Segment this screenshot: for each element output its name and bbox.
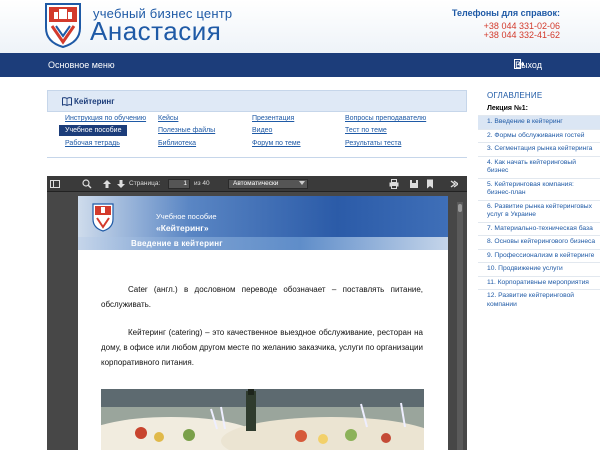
divider (47, 157, 467, 158)
document-course: «Кейтеринг» (156, 223, 209, 233)
toc-item[interactable]: 10. Продвижение услуги (478, 262, 600, 276)
exit-link[interactable]: Выход (515, 60, 542, 70)
viewer-scrollbar[interactable] (457, 202, 463, 450)
toc-item[interactable]: 3. Сегментация рынка кейтеринга (478, 142, 600, 156)
link-useful-files[interactable]: Полезные файлы (158, 127, 215, 134)
toc-item[interactable]: 5. Кейтеринговая компания: бизнес-план (478, 177, 600, 200)
tools-icon[interactable] (448, 179, 458, 189)
paragraph: Кейтеринг (catering) – это качественное … (101, 328, 423, 367)
bookmark-icon[interactable] (425, 179, 435, 189)
document-page: Учебное пособие «Кейтеринг» Введение в к… (78, 196, 448, 450)
toc-item[interactable]: 11. Корпоративные мероприятия (478, 275, 600, 290)
toc-lecture: Лекция №1: (487, 105, 528, 112)
chevron-down-icon[interactable] (299, 181, 305, 185)
pdf-toolbar: Страница: 1 из 40 Автоматически (47, 176, 467, 192)
link-teacher-questions[interactable]: Вопросы преподавателю (345, 115, 426, 122)
toc-item[interactable]: 4. Как начать кейтеринговый бизнес (478, 155, 600, 178)
phone-2: +38 044 332-41-62 (483, 30, 560, 40)
link-instruction[interactable]: Инструкция по обучению (65, 115, 146, 122)
main-navbar: Основное меню Выход (0, 53, 600, 77)
print-icon[interactable] (389, 179, 399, 189)
toc-item[interactable]: 12. Развитие кейтеринговой компании (478, 289, 600, 311)
previous-page-icon[interactable] (102, 179, 112, 189)
link-workbook[interactable]: Рабочая тетрадь (65, 140, 120, 147)
document-crest-icon (92, 203, 114, 232)
link-presentation[interactable]: Презентация (252, 115, 294, 122)
link-textbook[interactable]: Учебное пособие (59, 125, 128, 136)
search-icon[interactable] (82, 179, 92, 189)
toc-list: 1. Введение в кейтеринг 2. Формы обслужи… (478, 115, 600, 311)
toc-item[interactable]: 8. Основы кейтерингового бизнеса (478, 235, 600, 249)
download-icon[interactable] (409, 179, 419, 189)
next-page-icon[interactable] (116, 179, 126, 189)
link-video[interactable]: Видео (252, 127, 272, 134)
document-header: Учебное пособие «Кейтеринг» (78, 196, 448, 237)
section-title: Введение в кейтеринг (131, 239, 223, 248)
brand-name: Анастасия (90, 16, 222, 46)
catering-photo (101, 389, 424, 450)
toc-item[interactable]: 1. Введение в кейтеринг (478, 115, 600, 129)
toc-title: ОГЛАВЛЕНИЕ (487, 91, 543, 100)
toc-item[interactable]: 2. Формы обслуживания гостей (478, 128, 600, 143)
main-menu-link[interactable]: Основное меню (48, 60, 115, 70)
module-header: Кейтеринг (47, 90, 467, 112)
sidebar-toggle-icon[interactable] (50, 179, 60, 189)
paragraph: Cater (англ.) в дословном переводе обозн… (101, 285, 423, 309)
module-title: Кейтеринг (74, 97, 115, 106)
page-label: Страница: (129, 180, 161, 187)
link-library[interactable]: Библиотека (158, 140, 196, 147)
link-forum[interactable]: Форум по теме (252, 140, 301, 147)
page: учебный бизнес центр Анастасия Телефоны … (0, 0, 600, 450)
phones-title: Телефоны для справок: (451, 8, 560, 18)
toc-item[interactable]: 7. Материально-техническая база (478, 221, 600, 236)
toc-item[interactable]: 6. Развитие рынка кейтеринговых услуг в … (478, 199, 600, 222)
site-header: учебный бизнес центр Анастасия Телефоны … (0, 0, 600, 53)
toc-item[interactable]: 9. Профессионализм в кейтеринге (478, 248, 600, 263)
document-subtitle: Учебное пособие (156, 212, 217, 221)
crest-logo-icon[interactable] (42, 0, 84, 48)
link-test-results[interactable]: Результаты теста (345, 140, 401, 147)
table-of-contents: ОГЛАВЛЕНИЕ Лекция №1: 1. Введение в кейт… (478, 86, 600, 450)
module-links: Инструкция по обучению Кейсы Презентация… (58, 115, 468, 155)
link-cases[interactable]: Кейсы (158, 115, 178, 122)
zoom-select[interactable]: Автоматически (228, 179, 308, 189)
page-total: из 40 (194, 180, 210, 187)
book-icon (62, 97, 72, 106)
scrollbar-thumb[interactable] (458, 204, 462, 212)
pdf-viewer: Страница: 1 из 40 Автоматически Учебное … (47, 176, 467, 450)
link-topic-test[interactable]: Тест по теме (345, 127, 387, 134)
page-number-input[interactable]: 1 (168, 179, 190, 189)
